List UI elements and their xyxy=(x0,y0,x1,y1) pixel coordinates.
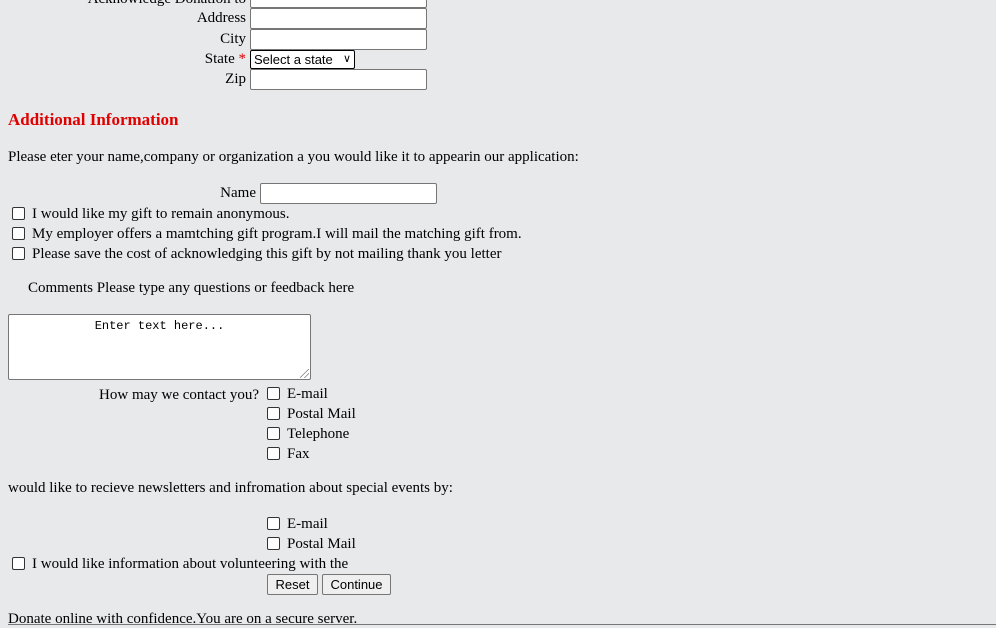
zip-label: Zip xyxy=(225,71,246,87)
chevron-down-icon: ∨ xyxy=(342,53,351,65)
address-input[interactable] xyxy=(250,8,427,29)
matching-gift-label: My employer offers a mamtching gift prog… xyxy=(32,226,522,242)
reset-button[interactable]: Reset xyxy=(267,574,318,595)
state-select-value: Select a state xyxy=(254,52,333,67)
continue-button[interactable]: Continue xyxy=(322,574,391,595)
contact-label: How may we contact you? xyxy=(99,387,259,403)
newsletter-postal-checkbox[interactable] xyxy=(267,537,280,550)
newsletter-email-checkbox[interactable] xyxy=(267,517,280,530)
name-input[interactable] xyxy=(260,183,437,204)
comments-placeholder: Enter text here... xyxy=(94,319,225,333)
anonymous-checkbox[interactable] xyxy=(12,207,25,220)
matching-gift-checkbox[interactable] xyxy=(12,227,25,240)
footer-divider xyxy=(8,624,996,625)
contact-telephone-label: Telephone xyxy=(287,426,350,442)
anonymous-label: I would like my gift to remain anonymous… xyxy=(32,206,290,222)
resize-grip-icon[interactable] xyxy=(300,369,309,378)
contact-fax-label: Fax xyxy=(287,446,310,462)
acknowledge-input[interactable] xyxy=(250,0,427,8)
state-label: State xyxy=(204,51,235,67)
contact-fax-checkbox[interactable] xyxy=(267,447,280,460)
zip-input[interactable] xyxy=(250,69,427,90)
no-thank-you-label: Please save the cost of acknowledging th… xyxy=(32,246,502,262)
no-thank-you-checkbox[interactable] xyxy=(12,247,25,260)
state-label-row: State * xyxy=(100,50,246,68)
newsletter-postal-label: Postal Mail xyxy=(287,536,356,552)
name-label: Name xyxy=(220,185,256,201)
secure-server-text: Donate online with confidence.You are on… xyxy=(8,611,358,627)
volunteer-checkbox[interactable] xyxy=(12,557,25,570)
contact-telephone-checkbox[interactable] xyxy=(267,427,280,440)
newsletter-label: would like to recieve newsletters and in… xyxy=(8,480,453,496)
required-marker: * xyxy=(238,51,247,67)
contact-postal-label: Postal Mail xyxy=(287,406,356,422)
contact-email-label: E-mail xyxy=(287,386,328,402)
state-select[interactable]: Select a state ∨ xyxy=(250,50,355,69)
additional-info-heading: Additional Information xyxy=(8,110,179,129)
volunteer-label: I would like information about volunteer… xyxy=(32,556,349,572)
address-label: Address xyxy=(196,10,246,26)
comments-label: Comments Please type any questions or fe… xyxy=(28,280,355,296)
city-label: City xyxy=(220,31,246,47)
acknowledge-label: Acknowledge Donation to xyxy=(70,0,246,8)
newsletter-email-label: E-mail xyxy=(287,516,328,532)
name-instruction: Please eter your name,company or organiz… xyxy=(8,149,579,165)
contact-email-checkbox[interactable] xyxy=(267,387,280,400)
comments-textarea[interactable]: Enter text here... xyxy=(8,314,311,380)
city-input[interactable] xyxy=(250,29,427,50)
contact-postal-checkbox[interactable] xyxy=(267,407,280,420)
